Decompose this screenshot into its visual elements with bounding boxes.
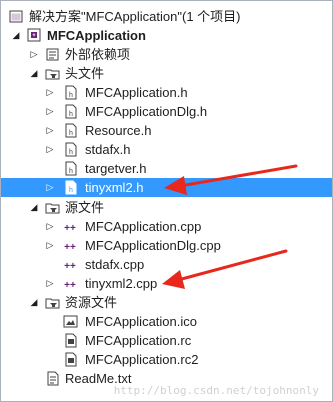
filter-folder-icon (45, 295, 60, 310)
tree-item-label: tinyxml2.cpp (85, 276, 158, 291)
tree-item-resource-file[interactable]: MFCApplication.ico (1, 312, 332, 331)
svg-text:h: h (69, 92, 73, 99)
tree-item-label: MFCApplicationDlg.cpp (85, 238, 221, 253)
tree-item-label: MFCApplication (47, 28, 146, 43)
header-file-icon: h (63, 123, 78, 138)
tree-item-resource-file[interactable]: MFCApplication.rc (1, 331, 332, 350)
chevron-right-icon[interactable]: ▷ (45, 140, 55, 159)
tree-item-external-deps[interactable]: ▷ 外部依赖项 (1, 45, 332, 64)
svg-text:h: h (69, 149, 73, 156)
svg-text:++: ++ (64, 223, 76, 234)
svg-text:h: h (69, 111, 73, 118)
tree-item-label: tinyxml2.h (85, 180, 144, 195)
tree-item-header-file[interactable]: h targetver.h (1, 159, 332, 178)
chevron-right-icon[interactable]: ▷ (45, 236, 55, 255)
tree-item-header-file[interactable]: ▷ h MFCApplication.h (1, 83, 332, 102)
text-file-icon (45, 371, 60, 386)
solution-tree: 解决方案"MFCApplication"(1 个项目) ◢ + MFCAppli… (1, 1, 332, 401)
chevron-down-icon[interactable]: ◢ (11, 26, 21, 45)
header-file-icon: h (63, 161, 78, 176)
image-file-icon (63, 314, 78, 329)
svg-text:h: h (69, 187, 73, 194)
resource-file-icon (63, 333, 78, 348)
tree-item-label: 解决方案"MFCApplication"(1 个项目) (29, 9, 241, 24)
tree-item-label: 资源文件 (65, 295, 118, 310)
header-file-icon: h (63, 142, 78, 157)
tree-item-label: stdafx.cpp (85, 257, 145, 272)
chevron-right-icon[interactable]: ▷ (29, 45, 39, 64)
tree-item-header-folder[interactable]: ◢ 头文件 (1, 64, 332, 83)
solution-icon (9, 9, 24, 24)
filter-folder-icon (45, 66, 60, 81)
cpp-file-icon: ++ (63, 238, 78, 253)
tree-item-label: MFCApplicationDlg.h (85, 104, 208, 119)
filter-folder-icon (45, 200, 60, 215)
tree-item-resource-folder[interactable]: ◢ 资源文件 (1, 293, 332, 312)
chevron-down-icon[interactable]: ◢ (29, 293, 39, 312)
tree-item-label: targetver.h (85, 161, 147, 176)
tree-item-header-file[interactable]: ▷ h stdafx.h (1, 140, 332, 159)
external-dependencies-icon (45, 47, 60, 62)
solution-explorer-panel: 解决方案"MFCApplication"(1 个项目) ◢ + MFCAppli… (0, 0, 333, 402)
chevron-right-icon[interactable]: ▷ (45, 121, 55, 140)
cpp-file-icon: ++ (63, 219, 78, 234)
chevron-right-icon[interactable]: ▷ (45, 274, 55, 293)
header-file-icon: h (63, 104, 78, 119)
tree-item-label: 外部依赖项 (65, 47, 131, 62)
chevron-down-icon[interactable]: ◢ (29, 64, 39, 83)
chevron-right-icon[interactable]: ▷ (45, 102, 55, 121)
header-file-icon: h (63, 85, 78, 100)
header-file-icon: h (63, 180, 78, 195)
svg-text:h: h (69, 130, 73, 137)
svg-text:++: ++ (64, 242, 76, 253)
tree-item-label: MFCApplication.ico (85, 314, 197, 329)
watermark: http://blog.csdn.net/tojohnonly (113, 384, 319, 397)
tree-item-header-file-selected[interactable]: ▷ h tinyxml2.h (1, 178, 332, 197)
svg-text:++: ++ (64, 280, 76, 291)
chevron-down-icon[interactable]: ◢ (29, 198, 39, 217)
chevron-right-icon[interactable]: ▷ (45, 178, 55, 197)
tree-item-cpp-file[interactable]: ▷ ++ MFCApplicationDlg.cpp (1, 236, 332, 255)
tree-item-label: 源文件 (65, 200, 105, 215)
cpp-file-icon: ++ (63, 276, 78, 291)
tree-item-label: MFCApplication.cpp (85, 219, 202, 234)
tree-item-cpp-file[interactable]: ▷ ++ tinyxml2.cpp (1, 274, 332, 293)
tree-item-label: MFCApplication.h (85, 85, 188, 100)
tree-item-label: stdafx.h (85, 142, 131, 157)
svg-text:h: h (69, 168, 73, 175)
tree-item-header-file[interactable]: ▷ h Resource.h (1, 121, 332, 140)
tree-item-label: 头文件 (65, 66, 105, 81)
tree-item-label: MFCApplication.rc2 (85, 352, 199, 367)
tree-item-header-file[interactable]: ▷ h MFCApplicationDlg.h (1, 102, 332, 121)
svg-text:+: + (32, 33, 36, 39)
tree-item-cpp-file[interactable]: ▷ ++ MFCApplication.cpp (1, 217, 332, 236)
tree-item-resource-file[interactable]: MFCApplication.rc2 (1, 350, 332, 369)
tree-item-cpp-file[interactable]: ++ stdafx.cpp (1, 255, 332, 274)
chevron-right-icon[interactable]: ▷ (45, 83, 55, 102)
cpp-file-icon: ++ (63, 257, 78, 272)
chevron-right-icon[interactable]: ▷ (45, 217, 55, 236)
tree-item-label: MFCApplication.rc (85, 333, 192, 348)
tree-item-label: Resource.h (85, 123, 152, 138)
tree-item-project[interactable]: ◢ + MFCApplication (1, 26, 332, 45)
svg-text:++: ++ (64, 261, 76, 272)
project-icon: + (27, 28, 42, 43)
tree-item-solution[interactable]: 解决方案"MFCApplication"(1 个项目) (1, 7, 332, 26)
resource-file-icon (63, 352, 78, 367)
tree-item-source-folder[interactable]: ◢ 源文件 (1, 198, 332, 217)
